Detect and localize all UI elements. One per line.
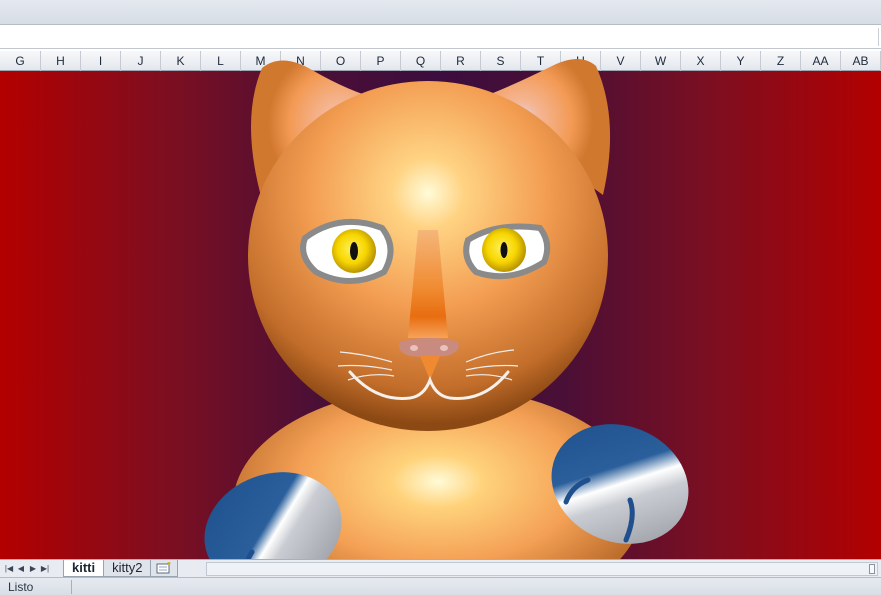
column-header[interactable]: Z xyxy=(761,51,801,71)
column-header[interactable]: W xyxy=(641,51,681,71)
column-header[interactable]: H xyxy=(41,51,81,71)
column-header[interactable]: G xyxy=(0,51,41,71)
column-header[interactable]: U xyxy=(561,51,601,71)
sheet-tab-kitti[interactable]: kitti xyxy=(63,560,105,577)
column-header[interactable]: AB xyxy=(841,51,881,71)
column-headers: G H I J K L M N O P Q R S T U V W X Y Z AA AB xyxy=(0,51,881,71)
column-header[interactable]: M xyxy=(241,51,281,71)
column-header[interactable]: P xyxy=(361,51,401,71)
column-header[interactable]: AA xyxy=(801,51,841,71)
ribbon-strip xyxy=(0,0,881,25)
column-header[interactable]: K xyxy=(161,51,201,71)
formula-bar-edge xyxy=(878,28,879,46)
spreadsheet-window: G H I J K L M N O P Q R S T U V W X Y Z AA AB xyxy=(0,0,881,595)
column-header[interactable]: V xyxy=(601,51,641,71)
status-ready-text: Listo xyxy=(8,580,34,594)
last-sheet-icon[interactable]: ▶| xyxy=(39,561,51,577)
insert-sheet-button[interactable] xyxy=(150,560,179,577)
status-bar: Listo xyxy=(0,577,881,595)
column-header[interactable]: Q xyxy=(401,51,441,71)
scroll-split-handle[interactable] xyxy=(869,564,875,574)
column-header[interactable]: N xyxy=(281,51,321,71)
horizontal-scrollbar[interactable] xyxy=(206,562,878,576)
column-header[interactable]: L xyxy=(201,51,241,71)
first-sheet-icon[interactable]: |◀ xyxy=(3,561,15,577)
column-header[interactable]: Y xyxy=(721,51,761,71)
column-header[interactable]: R xyxy=(441,51,481,71)
insert-sheet-icon xyxy=(156,562,172,574)
column-header[interactable]: S xyxy=(481,51,521,71)
status-divider xyxy=(71,580,72,594)
sheet-nav: |◀ ◀ ▶ ▶| xyxy=(0,561,64,577)
worksheet-grid[interactable] xyxy=(0,71,881,559)
column-header[interactable]: T xyxy=(521,51,561,71)
next-sheet-icon[interactable]: ▶ xyxy=(27,561,39,577)
sheet-tab-kitty2[interactable]: kitty2 xyxy=(103,560,152,577)
column-header[interactable]: I xyxy=(81,51,121,71)
column-header[interactable]: J xyxy=(121,51,161,71)
column-header[interactable]: X xyxy=(681,51,721,71)
formula-bar[interactable] xyxy=(0,25,881,49)
prev-sheet-icon[interactable]: ◀ xyxy=(15,561,27,577)
column-header[interactable]: O xyxy=(321,51,361,71)
